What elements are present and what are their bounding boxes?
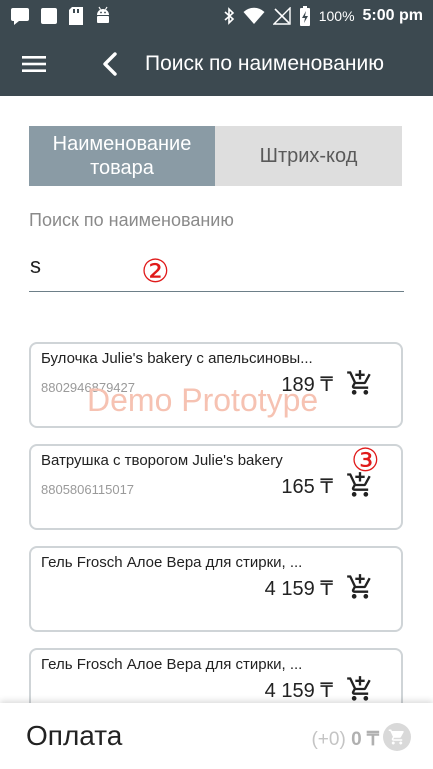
tab-by-name[interactable]: Наименование товара [29,126,215,186]
hamburger-menu-icon [22,56,46,72]
add-to-cart-icon [347,676,371,701]
wifi-icon [243,7,265,24]
annotation-marker-2: ② [141,252,170,290]
product-price: 165 ₸ [281,476,333,498]
annotation-marker-3: ③ [351,441,380,479]
page-title: Поиск по наименованию [145,52,384,75]
product-card[interactable]: Ватрушка с творогом Julie's bakery 88058… [29,444,403,530]
app-bar: Поиск по наименованию [0,32,433,96]
status-right-icons: 100% 5:00 pm [223,0,423,32]
add-to-cart-button[interactable] [345,674,375,704]
product-price: 189 ₸ [281,374,333,396]
product-name: Гель Frosch Алое Вера для стирки, ... [41,656,303,673]
search-input[interactable] [29,248,404,292]
add-to-cart-button[interactable] [345,368,375,398]
checkout-bar[interactable]: Оплата (+0) 0 ₸ [0,703,433,769]
product-barcode: 8805806115017 [41,482,135,497]
bluetooth-icon [224,7,234,25]
pay-button-label[interactable]: Оплата [26,720,122,752]
cart-icon [388,729,404,745]
add-to-cart-icon [347,370,371,395]
product-name: Гель Frosch Алое Вера для стирки, ... [41,554,303,571]
cart-total-amount: 0 ₸ [351,729,379,750]
battery-percent: 100% [318,8,355,24]
back-button[interactable] [92,48,128,80]
search-field-label: Поиск по наименованию [29,210,234,230]
status-time: 5:00 pm [362,7,423,24]
message-icon [11,8,29,25]
status-left-icons [10,6,112,26]
cart-added-count: (+0) [311,729,346,750]
status-bar: 100% 5:00 pm [0,0,433,32]
sd-card-icon [69,7,83,25]
search-mode-tabs: Наименование товара Штрих-код [29,126,402,186]
cart-total: (+0) 0 ₸ [311,728,379,751]
product-price: 4 159 ₸ [264,578,333,600]
product-name: Булочка Julie's bakery с апельсиновы... [41,350,313,367]
product-name: Ватрушка с творогом Julie's bakery [41,452,283,469]
product-card[interactable]: Булочка Julie's bakery с апельсиновы... … [29,342,403,428]
tab-barcode[interactable]: Штрих-код [215,126,402,186]
add-to-cart-icon [347,574,371,599]
notification-square-icon [41,8,57,24]
no-signal-icon [272,7,291,25]
battery-charging-icon [299,6,310,26]
android-icon [97,6,109,23]
product-price: 4 159 ₸ [264,680,333,702]
product-card[interactable]: Гель Frosch Алое Вера для стирки, ... 4 … [29,546,403,632]
menu-button[interactable] [14,48,54,80]
add-to-cart-button[interactable] [345,572,375,602]
product-barcode: 8802946879427 [41,380,135,395]
cart-button[interactable] [383,723,411,751]
chevron-left-icon [103,52,117,76]
